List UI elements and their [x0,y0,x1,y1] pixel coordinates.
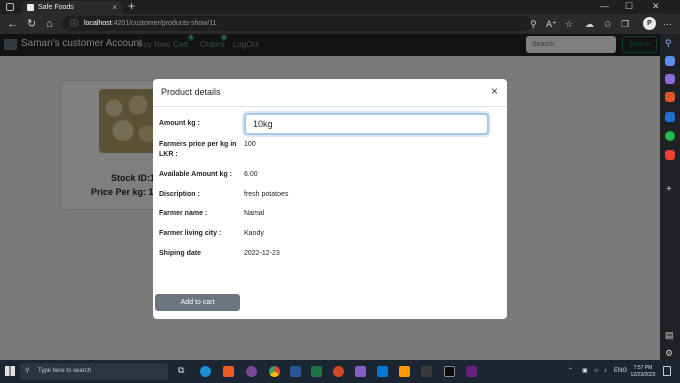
taskbar-git-icon[interactable] [421,366,432,377]
field-value: Namal [244,210,265,217]
taskbar-edge-icon[interactable] [200,366,211,377]
start-windows-icon[interactable] [5,366,15,376]
sidebar-tools-icon[interactable] [665,74,675,84]
field-label: Farmer living city : [159,230,222,237]
field-value: fresh potatoes [244,191,289,198]
field-label: Discription : [159,191,200,198]
sidebar-office-icon[interactable] [665,92,675,102]
modal-title: Product details [161,87,221,97]
taskbar-vscode-icon[interactable] [377,366,388,377]
favorite-star-icon[interactable]: ☆ [565,14,573,34]
taskbar-vs-purple-icon[interactable] [466,366,477,377]
notification-icon[interactable] [663,366,671,376]
product-details-modal: Product details × Amount kg : 10kg Farme… [153,79,507,319]
browser-sidebar: ⚲ + ▤ ⚙ [660,34,680,360]
sidebar-settings-icon[interactable]: ⚙ [665,348,673,359]
browser-tab[interactable]: Safe Foods × [22,1,122,14]
browser-essentials-icon[interactable]: ❐ [621,14,629,34]
taskbar-word-icon[interactable] [290,366,301,377]
task-view-icon[interactable]: ⧉ [178,365,184,376]
taskbar-excel-icon[interactable] [311,366,322,377]
taskbar-search-input[interactable]: ⚲ Type here to search [20,363,168,380]
close-icon[interactable]: × [491,85,498,97]
more-options-icon[interactable]: ⋯ [663,14,672,34]
tray-network-icon[interactable]: ▣ [582,363,588,380]
url-path: :4201/customer/products-show/11 [111,20,217,27]
tray-chevron-icon[interactable]: ⌃ [568,363,573,380]
taskbar-clock[interactable]: 7:57 PM 12/23/2022 [628,363,658,379]
minimize-icon[interactable]: — [600,0,609,13]
field-value: 100 [244,141,256,148]
window-close-icon[interactable]: ✕ [652,0,660,13]
taskbar-search-icon: ⚲ [25,368,30,374]
address-bar[interactable]: ⓘ localhost:4201/customer/products-show/… [62,16,532,31]
tab-title: Safe Foods [38,4,74,11]
sidebar-search-icon[interactable]: ⚲ [665,38,675,48]
taskbar-search-placeholder: Type here to search [38,368,92,374]
field-value: 2022-12-23 [244,250,280,257]
refresh-icon[interactable]: ↻ [27,14,36,34]
sidebar-shopping-icon[interactable] [665,56,675,66]
sidebar-gmail-icon[interactable] [665,150,675,160]
modal-header: Product details × [153,79,507,107]
amount-input[interactable]: 10kg [244,113,489,135]
field-label: Farmers price per kg in LKR : [159,141,237,158]
field-value: Kandy [244,230,264,237]
browser-tab-bar: Safe Foods × + — ☐ ✕ [0,0,680,14]
tray-wifi-icon[interactable]: ▱ [594,363,599,380]
taskbar-visual-studio-icon[interactable] [355,366,366,377]
sidebar-layout-icon[interactable]: ▤ [665,330,674,341]
taskbar-app-icon[interactable] [333,366,344,377]
add-to-cart-button[interactable]: Add to cart [155,294,240,311]
tray-language[interactable]: ENG [614,363,627,380]
field-label: Available Amount kg : [159,171,232,178]
site-info-icon[interactable]: ⓘ [70,16,78,31]
sidebar-spotify-icon[interactable] [665,131,675,141]
read-aloud-icon[interactable]: A⁺ [546,14,557,34]
taskbar-chrome-icon[interactable] [269,366,280,377]
window-menu-icon[interactable] [6,3,14,11]
field-label: Shiping date [159,250,201,257]
url-host: localhost [84,20,112,27]
tab-favicon-icon [27,4,34,11]
taskbar-terminal-icon[interactable] [444,366,455,377]
new-tab-button[interactable]: + [128,0,135,13]
back-icon[interactable]: ← [7,14,18,34]
taskbar-sublime-icon[interactable] [399,366,410,377]
home-icon[interactable]: ⌂ [46,14,53,34]
tab-close-icon[interactable]: × [112,1,117,14]
clock-date: 12/23/2022 [630,372,656,378]
maximize-icon[interactable]: ☐ [625,0,633,13]
web-page: Saman's customer Account Buy Now Cart 0 … [0,34,660,360]
key-icon[interactable]: ⚲ [530,14,537,34]
collections-icon[interactable]: ☁ [585,14,594,34]
field-value: 6.00 [244,171,258,178]
sidebar-outlook-icon[interactable] [665,112,675,122]
amount-label: Amount kg : [159,120,200,127]
favorites-icon[interactable]: ✩ [604,14,612,34]
sidebar-add-icon[interactable]: + [666,184,672,195]
taskbar-tor-icon[interactable] [246,366,257,377]
clock-time: 7:57 PM [633,365,653,371]
profile-avatar[interactable]: P [643,17,656,30]
field-label: Farmer name : [159,210,208,217]
tray-volume-icon[interactable]: ♪ [604,363,607,380]
taskbar-brave-icon[interactable] [223,366,234,377]
